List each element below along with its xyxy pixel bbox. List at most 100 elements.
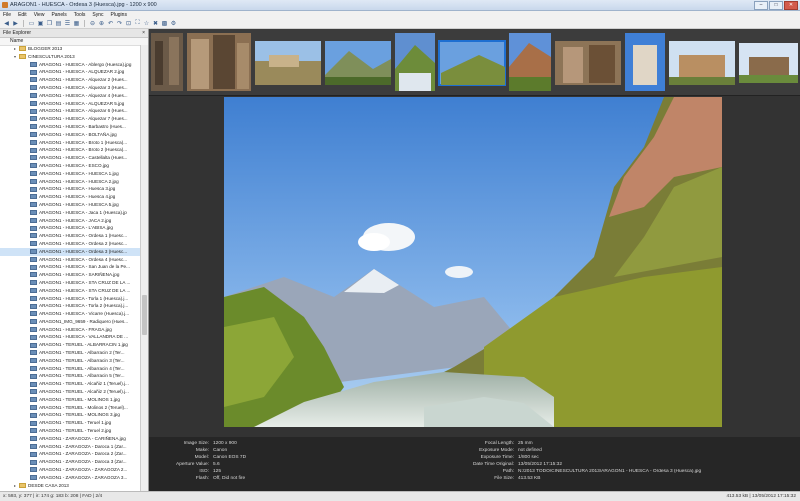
tree-file[interactable]: ARAGON1 - TERUEL - MOLINOS 1.jpg	[0, 396, 140, 404]
zoom-out-icon[interactable]: ⊖	[89, 20, 96, 27]
tree-file[interactable]: ARAGON1 - HUESCA - HUESCA 1.jpg	[0, 170, 140, 178]
tree-file[interactable]: ARAGON1 - TERUEL - Albarracin 2 (Ter...	[0, 349, 140, 357]
tree-file[interactable]: ARAGON1 - HUESCA - HUESCA 2.jpg	[0, 178, 140, 186]
menu-tools[interactable]: Tools	[74, 12, 86, 18]
tree-file[interactable]: ARAGON1 - TERUEL - Albarracin 3 (Ter...	[0, 357, 140, 365]
tree-file[interactable]: ARAGON1 - HUESCA - L'ABISA.jpg	[0, 224, 140, 232]
copy-icon[interactable]: ❐	[46, 20, 53, 27]
tree-file[interactable]: ARAGON1 - TERUEL - Teruel 2.jpg	[0, 427, 140, 435]
tree-file[interactable]: ARAGON1 - TERUEL - Molinos 2 (Teruel)...	[0, 404, 140, 412]
thumbnail[interactable]	[625, 33, 665, 91]
tree-file[interactable]: ARAGON1 - HUESCA - JACA 2.jpg	[0, 217, 140, 225]
tree-file[interactable]: ARAGON1 - HUESCA - Barbastro (Hues...	[0, 123, 140, 131]
explorer-close-icon[interactable]: ×	[142, 30, 145, 36]
tree-file[interactable]: ARAGON1 - TERUEL - Albarracin 4 (Ter...	[0, 365, 140, 373]
tree-file[interactable]: ARAGON1 - HUESCA - Ordesa 3 (Huesc...	[0, 248, 140, 256]
zoom-in-icon[interactable]: ⊕	[98, 20, 105, 27]
menu-edit[interactable]: Edit	[18, 12, 27, 18]
tree-file[interactable]: ARAGON1 - TERUEL - Alcañiz 1 (Teruel).j.…	[0, 380, 140, 388]
tree-file[interactable]: ARAGON1 - HUESCA - Broto 1 (Huesca)...	[0, 139, 140, 147]
tree-file[interactable]: ARAGON1 - HUESCA - Broto 2 (Huesca)...	[0, 146, 140, 154]
tree-file[interactable]: ARAGON1 - HUESCA - Ablergo (Huesca).jpg	[0, 61, 140, 69]
tree-file[interactable]: ARAGON1 - TERUEL - ALBARRACIN 1.jpg	[0, 341, 140, 349]
back-icon[interactable]: ◀	[3, 20, 10, 27]
tree-file[interactable]: ARAGON1 - HUESCA - Alquezar 2 (Hues...	[0, 76, 140, 84]
tree-file[interactable]: ARAGON1 - HUESCA - Ordesa 1 (Huesc...	[0, 232, 140, 240]
tree-file[interactable]: ARAGON1 - HUESCA - Torla 1 (Huesca).j...	[0, 295, 140, 303]
thumbnail[interactable]	[255, 41, 321, 85]
scrollbar-thumb[interactable]	[142, 295, 147, 335]
menu-panels[interactable]: Panels	[51, 12, 66, 18]
thumbnail[interactable]	[325, 41, 391, 85]
list-icon[interactable]: ☰	[64, 20, 71, 27]
tree-file[interactable]: ARAGON1 - ZARAGOZA - CARIÑENA.jpg	[0, 435, 140, 443]
settings-icon[interactable]: ⚙	[170, 20, 177, 27]
tree-file[interactable]: ARAGON1 - ZARAGOZA - ZARAGOZA 3...	[0, 474, 140, 482]
tree-folder[interactable]: ▾CINESCULTURA 2013	[0, 53, 140, 61]
tree-folder[interactable]: ▸BLOGGER 2013	[0, 45, 140, 53]
tree-file[interactable]: ARAGON1 - HUESCA - VALLANDRA DE ...	[0, 333, 140, 341]
rotate-right-icon[interactable]: ↷	[116, 20, 123, 27]
tree-file[interactable]: ARAGON1 - HUESCA - Alquezar 3 (Hues...	[0, 84, 140, 92]
save-icon[interactable]: ▣	[37, 20, 44, 27]
tree-file[interactable]: ARAGON1 - HUESCA - ESCO.jpg	[0, 162, 140, 170]
thumbnail-strip[interactable]	[149, 29, 800, 96]
tree-file[interactable]: ARAGON1 - TERUEL - Teruel 1.jpg	[0, 419, 140, 427]
close-button[interactable]: ✕	[784, 1, 798, 10]
tree-file[interactable]: ARAGON1 - ZARAGOZA - Daroca 3 (Zar...	[0, 458, 140, 466]
print-icon[interactable]: ▤	[55, 20, 62, 27]
tree-file[interactable]: ARAGON1 - HUESCA - Alquezar 7 (Hues...	[0, 115, 140, 123]
thumbnail[interactable]	[509, 33, 551, 91]
menu-plugins[interactable]: Plugins	[111, 12, 127, 18]
minimize-button[interactable]: –	[754, 1, 768, 10]
tree-file[interactable]: ARAGON1 - HUESCA - HUESCA 5.jpg	[0, 201, 140, 209]
folder-icon[interactable]: ▭	[28, 20, 35, 27]
tree-file[interactable]: ARAGON1 - HUESCA - Castellalta (Hues...	[0, 154, 140, 162]
tree-file[interactable]: ARAGON1 - HUESCA - Alquezar 6 (Hues...	[0, 107, 140, 115]
tree-file[interactable]: ARAGON1 - HUESCA - ALQUEZAR 5.jpg	[0, 100, 140, 108]
main-photo[interactable]	[224, 97, 722, 427]
tree-file[interactable]: ARAGON1 - HUESCA - Ordesa 2 (Huesc...	[0, 240, 140, 248]
menu-file[interactable]: File	[3, 12, 11, 18]
thumbnail-selected[interactable]	[439, 41, 505, 85]
tree-file[interactable]: ARAGON1 - HUESCA - STA CRUZ DE LA ...	[0, 287, 140, 295]
tree-file[interactable]: ARAGON1 - HUESCA - Alquezar 4 (Hues...	[0, 92, 140, 100]
maximize-button[interactable]: □	[769, 1, 783, 10]
tree-file[interactable]: ARAGON1 - TERUEL - MOLINOS 3.jpg	[0, 411, 140, 419]
tree-folder[interactable]: ▸DESDE CASA 2013	[0, 482, 140, 490]
thumbnail[interactable]	[739, 43, 798, 83]
tree-file[interactable]: ARAGON1 - HUESCA - ALQUEZAR 2.jpg	[0, 68, 140, 76]
rotate-left-icon[interactable]: ↶	[107, 20, 114, 27]
tree-file[interactable]: ARAGON1 - TERUEL - Albarracin 5 (Ter...	[0, 372, 140, 380]
grid-icon[interactable]: ▦	[73, 20, 80, 27]
thumbnail[interactable]	[395, 33, 435, 91]
tree-file[interactable]: ARAGON1 - HUESCA - BOLTAÑA.jpg	[0, 131, 140, 139]
fullscreen-icon[interactable]: ⛶	[134, 20, 141, 27]
menu-sync[interactable]: Sync	[92, 12, 103, 18]
tree-file[interactable]: ARAGON1 - HUESCA - Jaca 1 (Huesca).jp	[0, 209, 140, 217]
tree-file[interactable]: ARAGON1_IMG_9659 - Radiquero (Hues...	[0, 318, 140, 326]
delete-icon[interactable]: ✖	[152, 20, 159, 27]
fit-icon[interactable]: ⊡	[125, 20, 132, 27]
tree-file[interactable]: ARAGON1 - HUESCA - Vicarre (Huesca).j...	[0, 310, 140, 318]
thumbnail[interactable]	[187, 33, 251, 91]
tree-file[interactable]: ARAGON1 - HUESCA - Huesca 3.jpg	[0, 185, 140, 193]
mark-icon[interactable]: ▩	[161, 20, 168, 27]
thumbnail[interactable]	[555, 41, 621, 85]
menu-view[interactable]: View	[34, 12, 45, 18]
forward-icon[interactable]: ▶	[12, 20, 19, 27]
tree-file[interactable]: ARAGON1 - HUESCA - STA CRUZ DE LA ...	[0, 279, 140, 287]
tree-file[interactable]: ARAGON1 - HUESCA - Torla 2 (Huesca).j...	[0, 302, 140, 310]
tree-file[interactable]: ARAGON1 - TERUEL - Alcañiz 2 (Teruel).j.…	[0, 388, 140, 396]
thumbnail[interactable]	[669, 41, 735, 85]
tree-file[interactable]: ARAGON1 - HUESCA - Huesca 4.jpg	[0, 193, 140, 201]
tree-file[interactable]: ARAGON1 - ZARAGOZA - Daroca 2 (Zar...	[0, 450, 140, 458]
thumbnail[interactable]	[151, 33, 183, 91]
tree-file[interactable]: ARAGON1 - HUESCA - FRAGA.jpg	[0, 326, 140, 334]
star-icon[interactable]: ☆	[143, 20, 150, 27]
explorer-scrollbar[interactable]	[140, 45, 148, 491]
tree-file[interactable]: ARAGON1 - ZARAGOZA - Daroca 1 (Zar...	[0, 443, 140, 451]
tree-file[interactable]: ARAGON1 - HUESCA - San Juan de la Pe...	[0, 263, 140, 271]
tree-file[interactable]: ARAGON1 - HUESCA - Ordesa 4 (Huesc...	[0, 256, 140, 264]
tree-file[interactable]: ARAGON1 - HUESCA - SARIÑENA.jpg	[0, 271, 140, 279]
